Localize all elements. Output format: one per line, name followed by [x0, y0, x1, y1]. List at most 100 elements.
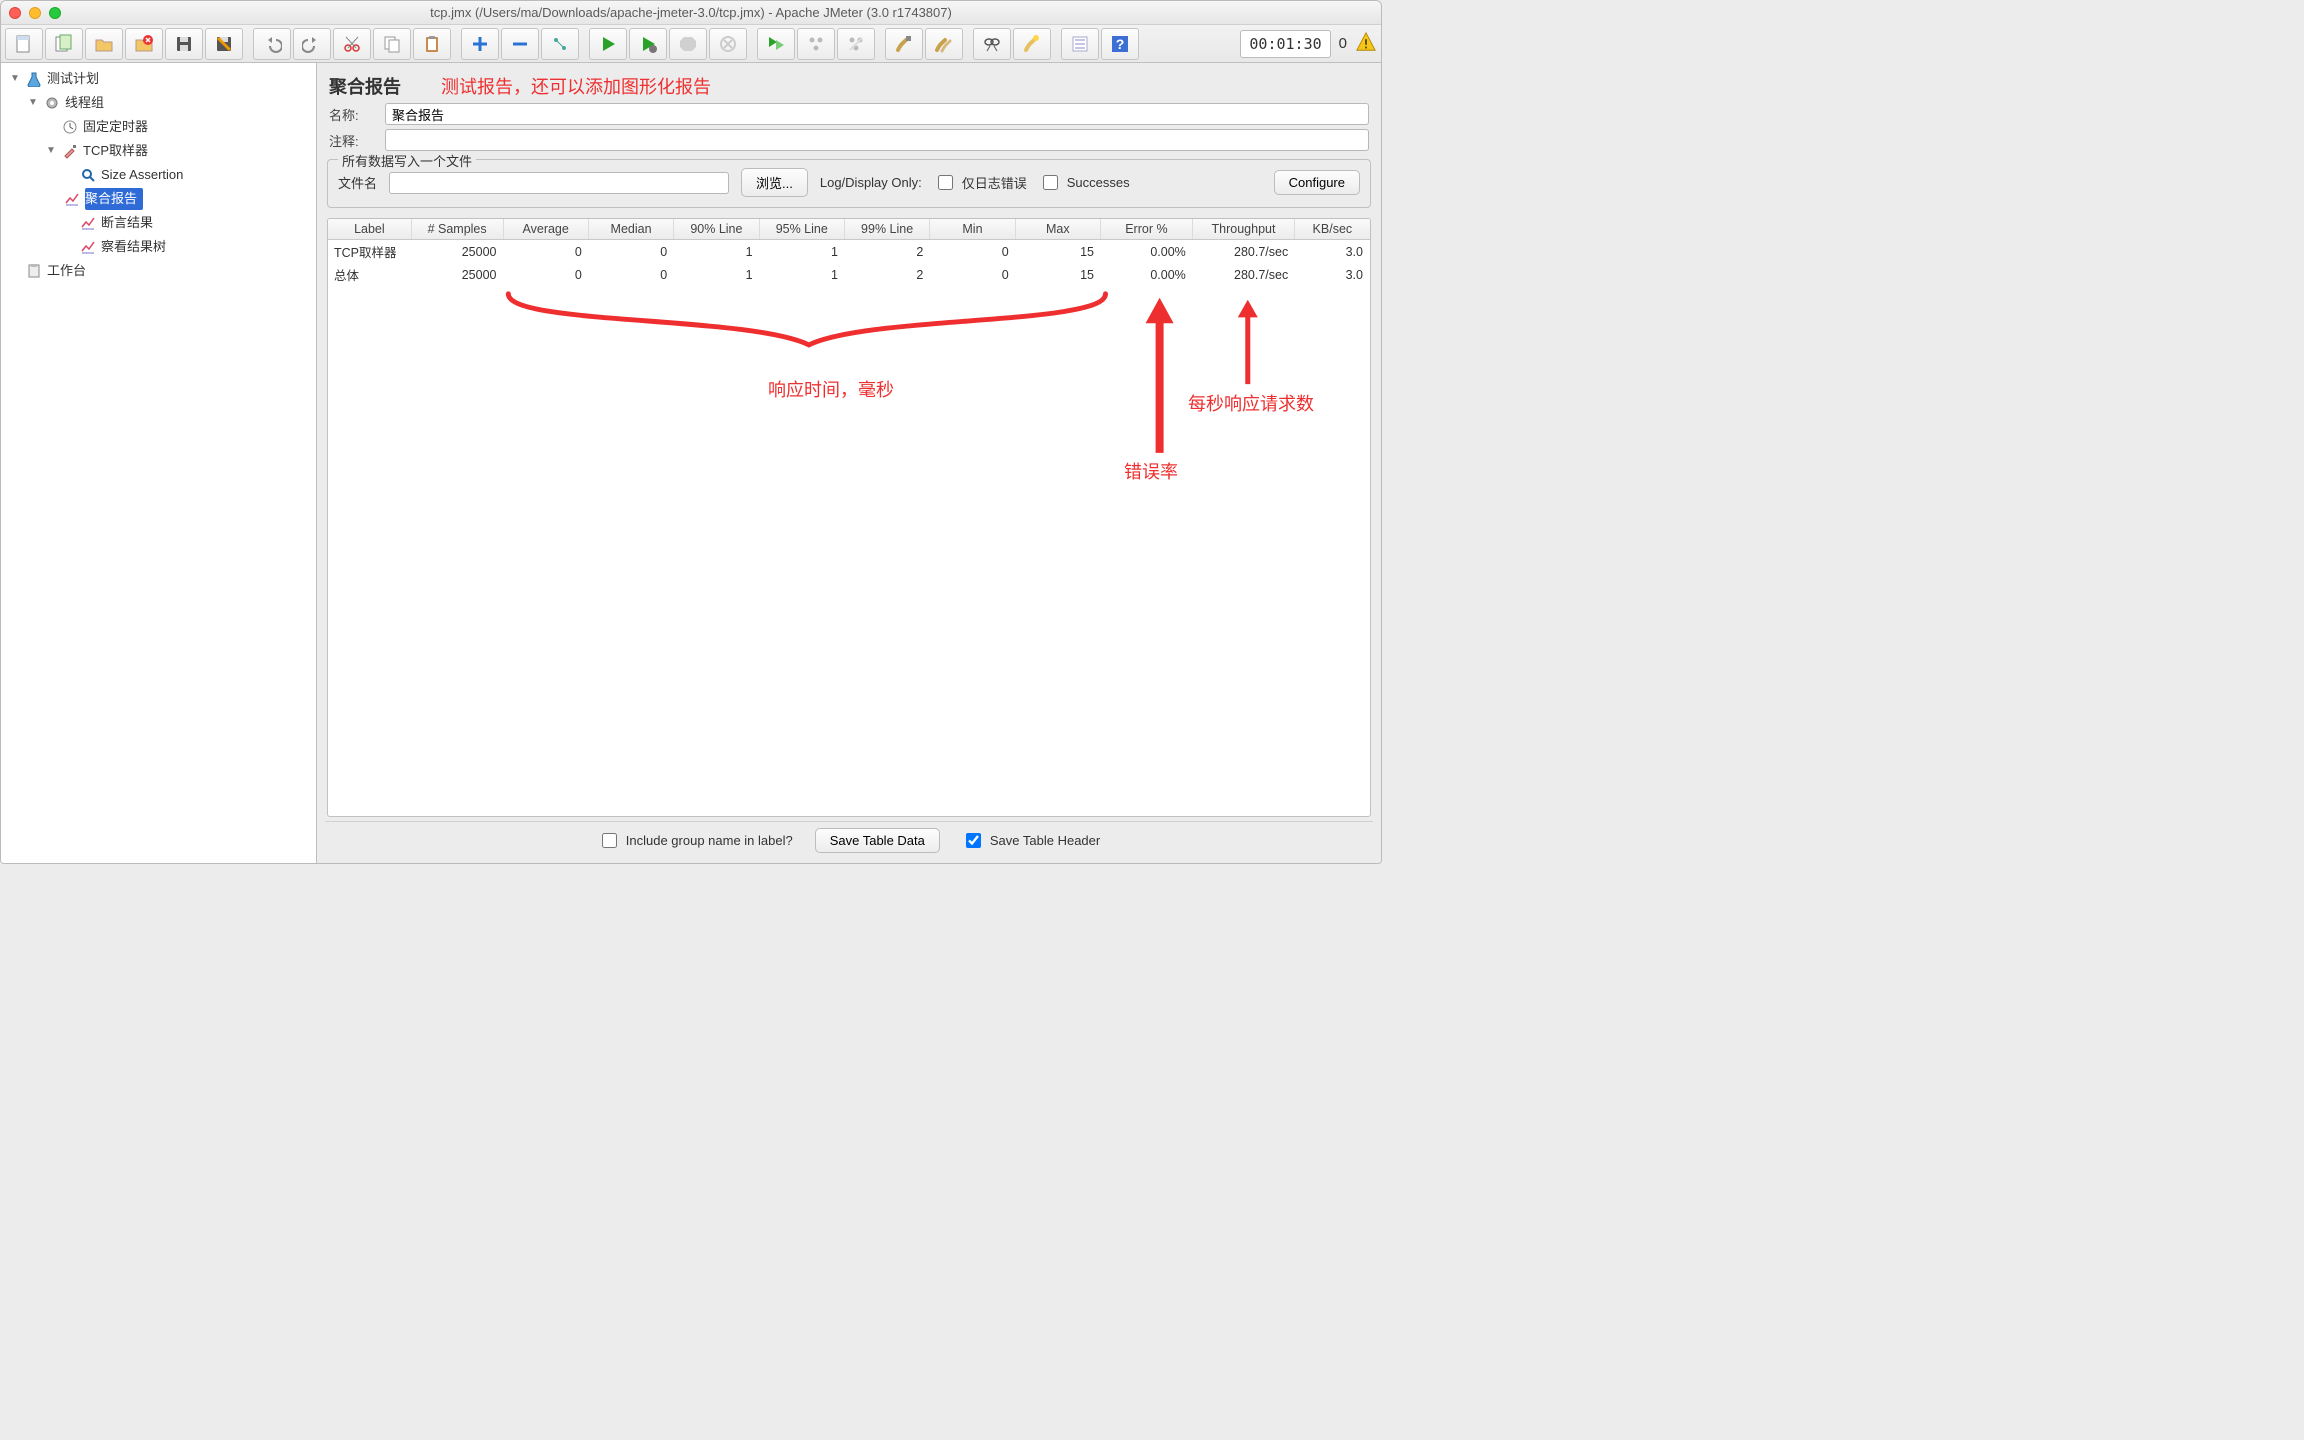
- include-group-checkbox[interactable]: Include group name in label?: [598, 830, 793, 851]
- checkbox-label: 仅日志错误: [962, 173, 1027, 192]
- function-helper-button[interactable]: [1061, 28, 1099, 60]
- clock-icon: [61, 118, 79, 136]
- open-button[interactable]: [85, 28, 123, 60]
- tree-node-test-plan[interactable]: ▼ 测试计划: [5, 67, 316, 91]
- save-button[interactable]: [165, 28, 203, 60]
- browse-button[interactable]: 浏览...: [741, 168, 808, 197]
- tree-node-aggregate-report[interactable]: 聚合报告: [59, 187, 316, 211]
- undo-button[interactable]: [253, 28, 291, 60]
- successes-checkbox[interactable]: Successes: [1039, 172, 1130, 193]
- tree-label: 测试计划: [47, 68, 99, 90]
- table-row[interactable]: TCP取样器 25000 0 0 1 1 2 0 15 0.00% 280.7/…: [328, 240, 1370, 264]
- warning-icon[interactable]: [1355, 31, 1377, 56]
- test-plan-tree[interactable]: ▼ 测试计划 ▼ 线程组: [1, 63, 317, 863]
- clipboard-icon: [25, 262, 43, 280]
- col-90line[interactable]: 90% Line: [674, 219, 759, 240]
- col-error[interactable]: Error %: [1101, 219, 1193, 240]
- remote-start-all-button[interactable]: [797, 28, 835, 60]
- expand-button[interactable]: [461, 28, 499, 60]
- window-controls: [9, 7, 61, 19]
- log-display-label: Log/Display Only:: [820, 175, 922, 190]
- start-button[interactable]: [589, 28, 627, 60]
- col-max[interactable]: Max: [1015, 219, 1100, 240]
- tree-label: 工作台: [47, 260, 86, 282]
- save-table-data-button[interactable]: Save Table Data: [815, 828, 940, 853]
- pipette-icon: [61, 142, 79, 160]
- tree-node-workbench[interactable]: 工作台: [5, 259, 316, 283]
- panel-title: 聚合报告: [329, 73, 401, 99]
- cut-button[interactable]: [333, 28, 371, 60]
- magnifier-icon: [79, 166, 97, 184]
- comment-input[interactable]: [385, 129, 1369, 151]
- reset-search-button[interactable]: [1013, 28, 1051, 60]
- col-samples[interactable]: # Samples: [411, 219, 503, 240]
- col-throughput[interactable]: Throughput: [1192, 219, 1294, 240]
- filename-label: 文件名: [338, 173, 377, 192]
- new-button[interactable]: [5, 28, 43, 60]
- checkbox-label: Include group name in label?: [626, 833, 793, 848]
- errors-only-checkbox[interactable]: 仅日志错误: [934, 172, 1027, 193]
- zoom-window-button[interactable]: [49, 7, 61, 19]
- main-toolbar: ? 00:01:30 0: [1, 25, 1381, 63]
- clear-button[interactable]: [885, 28, 923, 60]
- help-button[interactable]: ?: [1101, 28, 1139, 60]
- start-no-pause-button[interactable]: [629, 28, 667, 60]
- table-row[interactable]: 总体 25000 0 0 1 1 2 0 15 0.00% 280.7/sec …: [328, 263, 1370, 286]
- col-min[interactable]: Min: [930, 219, 1015, 240]
- stop-button[interactable]: [669, 28, 707, 60]
- app-window: tcp.jmx (/Users/ma/Downloads/apache-jmet…: [0, 0, 1382, 864]
- checkbox-label: Save Table Header: [990, 833, 1100, 848]
- tree-node-size-assertion[interactable]: Size Assertion: [59, 163, 316, 187]
- results-table[interactable]: Label # Samples Average Median 90% Line …: [327, 218, 1371, 817]
- tree-node-assertion-results[interactable]: 断言结果: [59, 211, 316, 235]
- chart-icon: [79, 214, 97, 232]
- disclosure-triangle-icon[interactable]: ▼: [45, 140, 57, 162]
- tree-label: 断言结果: [101, 212, 153, 234]
- templates-button[interactable]: [45, 28, 83, 60]
- annotation-title: 测试报告，还可以添加图形化报告: [441, 73, 711, 99]
- comment-label: 注释:: [329, 131, 377, 150]
- filename-input[interactable]: [389, 172, 729, 194]
- chart-icon: [79, 238, 97, 256]
- tree-label: 线程组: [65, 92, 104, 114]
- toggle-button[interactable]: [541, 28, 579, 60]
- active-threads-counter: 0: [1333, 35, 1353, 52]
- remote-stop-button[interactable]: [837, 28, 875, 60]
- copy-button[interactable]: [373, 28, 411, 60]
- close-window-button[interactable]: [9, 7, 21, 19]
- tree-label: 聚合报告: [85, 188, 143, 210]
- col-median[interactable]: Median: [588, 219, 673, 240]
- body: ▼ 测试计划 ▼ 线程组: [1, 63, 1381, 863]
- flask-icon: [25, 70, 43, 88]
- col-average[interactable]: Average: [503, 219, 588, 240]
- search-button[interactable]: [973, 28, 1011, 60]
- tree-node-constant-timer[interactable]: 固定定时器: [41, 115, 316, 139]
- col-95line[interactable]: 95% Line: [759, 219, 844, 240]
- paste-button[interactable]: [413, 28, 451, 60]
- tree-node-view-results-tree[interactable]: 察看结果树: [59, 235, 316, 259]
- tree-label: TCP取样器: [83, 140, 148, 162]
- name-input[interactable]: [385, 103, 1369, 125]
- write-to-file-group: 所有数据写入一个文件 文件名 浏览... Log/Display Only: 仅…: [327, 159, 1371, 208]
- shutdown-button[interactable]: [709, 28, 747, 60]
- minimize-window-button[interactable]: [29, 7, 41, 19]
- save-table-header-checkbox[interactable]: Save Table Header: [962, 830, 1100, 851]
- tree-label: 固定定时器: [83, 116, 148, 138]
- save-as-button[interactable]: [205, 28, 243, 60]
- tree-node-thread-group[interactable]: ▼ 线程组: [23, 91, 316, 115]
- disclosure-triangle-icon[interactable]: ▼: [27, 92, 39, 114]
- redo-button[interactable]: [293, 28, 331, 60]
- col-kbsec[interactable]: KB/sec: [1295, 219, 1370, 240]
- titlebar: tcp.jmx (/Users/ma/Downloads/apache-jmet…: [1, 1, 1381, 25]
- clear-all-button[interactable]: [925, 28, 963, 60]
- remote-start-button[interactable]: [757, 28, 795, 60]
- close-button[interactable]: [125, 28, 163, 60]
- collapse-button[interactable]: [501, 28, 539, 60]
- disclosure-triangle-icon[interactable]: ▼: [9, 68, 21, 90]
- col-99line[interactable]: 99% Line: [844, 219, 929, 240]
- tree-node-tcp-sampler[interactable]: ▼ TCP取样器: [41, 139, 316, 163]
- configure-button[interactable]: Configure: [1274, 170, 1360, 195]
- col-label[interactable]: Label: [328, 219, 411, 240]
- main-panel: 聚合报告 测试报告，还可以添加图形化报告 名称: 注释: 所有数据写入一个文件 …: [317, 63, 1381, 863]
- table-footer-bar: Include group name in label? Save Table …: [325, 821, 1373, 857]
